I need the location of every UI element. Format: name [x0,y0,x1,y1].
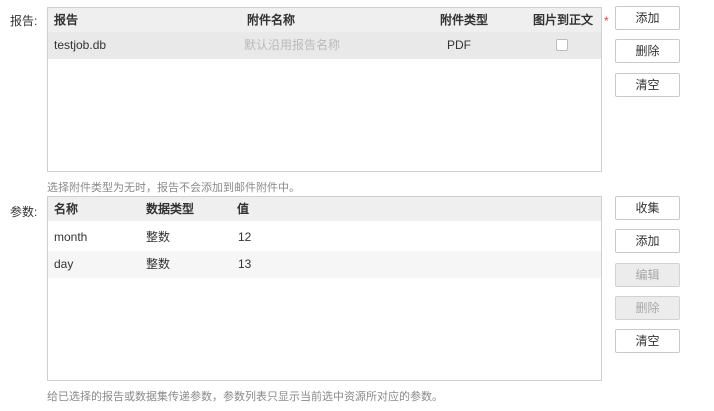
table-row[interactable]: month 整数 12 [48,224,601,251]
param-clear-button[interactable]: 清空 [615,329,680,353]
image-to-body-checkbox[interactable] [556,39,568,51]
col-data-type: 数据类型 [146,202,195,216]
param-label: 参数: [10,205,38,219]
param-collect-button[interactable]: 收集 [615,196,680,220]
param-add-button[interactable]: 添加 [615,229,680,253]
param-type-cell: 整数 [146,257,171,271]
report-label: 报告: [10,14,38,28]
col-name: 名称 [54,202,79,216]
param-value-cell[interactable]: 12 [238,224,251,251]
table-row[interactable]: day 整数 13 [48,251,601,278]
param-name-cell: day [54,257,74,271]
attachment-name-input[interactable]: 默认沿用报告名称 [244,32,340,59]
col-report: 报告 [54,13,79,27]
param-edit-button[interactable]: 编辑 [615,263,680,287]
report-table: 报告 附件名称 附件类型 图片到正文 testjob.db 默认沿用报告名称 P… [47,7,602,172]
param-table-header: 名称 数据类型 值 [48,197,601,221]
param-hint: 给已选择的报告或数据集传递参数，参数列表只显示当前选中资源所对应的参数。 [47,391,443,403]
param-type-cell: 整数 [146,230,171,244]
col-attachment-name: 附件名称 [247,13,296,27]
col-value: 值 [237,202,250,216]
table-row[interactable]: testjob.db 默认沿用报告名称 PDF [48,32,601,59]
report-name-cell: testjob.db [54,38,107,52]
required-asterisk: * [604,14,609,28]
param-name-cell: month [54,230,88,244]
col-image-to-body: 图片到正文 [533,13,594,27]
report-delete-button[interactable]: 删除 [615,39,680,63]
param-delete-button[interactable]: 删除 [615,296,680,320]
report-add-button[interactable]: 添加 [615,6,680,30]
report-clear-button[interactable]: 清空 [615,73,680,97]
attachment-type-select[interactable]: PDF [447,32,471,59]
param-value-cell[interactable]: 13 [238,251,251,278]
param-table: 名称 数据类型 值 month 整数 12 day 整数 13 [47,196,602,381]
col-attachment-type: 附件类型 [440,13,489,27]
report-hint: 选择附件类型为无时，报告不会添加到邮件附件中。 [47,182,300,194]
report-table-header: 报告 附件名称 附件类型 图片到正文 [48,8,601,32]
